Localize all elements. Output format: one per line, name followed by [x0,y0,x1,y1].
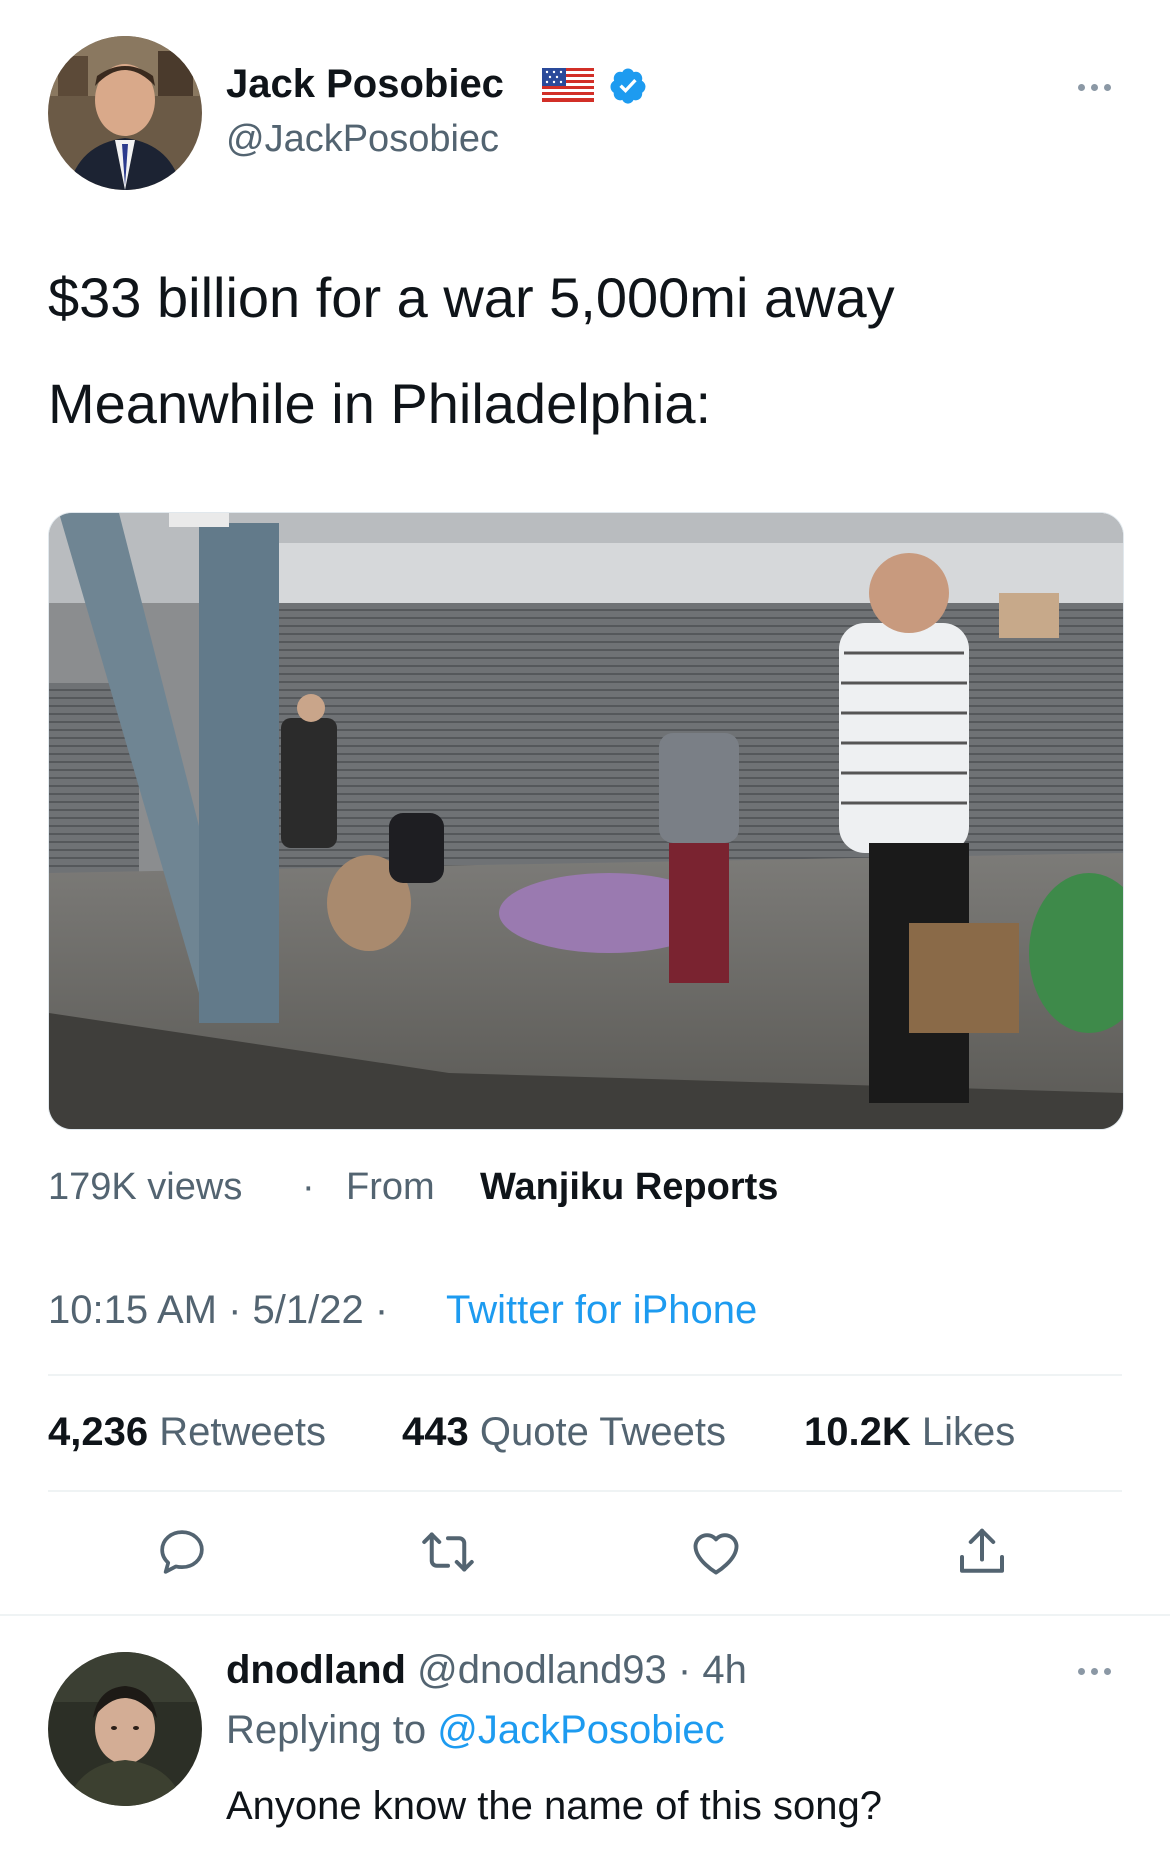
divider-bottom [0,1614,1170,1616]
likes-label: Likes [921,1410,1016,1454]
tweet-video[interactable] [48,512,1124,1130]
share-button[interactable] [952,1522,1012,1582]
meta-separator: · [302,1166,315,1208]
tweet-text-line2: Meanwhile in Philadelphia: [48,372,712,435]
reply-context: Replying to @JackPosobiec [226,1708,725,1753]
reply-text: Anyone know the name of this song? [226,1784,882,1828]
like-button[interactable] [686,1522,746,1582]
share-icon [960,1528,1004,1573]
author-name[interactable]: Jack Posobiec [226,62,504,107]
reply-header: dnodland @dnodland93 · 4h [226,1648,747,1693]
video-from-label: From [346,1166,435,1208]
retweets-stat[interactable]: 4,236 Retweets [48,1410,326,1455]
quote-tweets-label: Quote Tweets [479,1410,726,1454]
like-icon [693,1533,739,1575]
video-source-link[interactable]: Wanjiku Reports [480,1166,778,1209]
reply-author-name[interactable]: dnodland [226,1648,406,1692]
divider-middle [48,1490,1122,1492]
reply-more-options-icon[interactable] [1078,1668,1111,1675]
tweet-text-line1: $33 billion for a war 5,000mi away [48,266,895,329]
reply-icon [160,1530,204,1574]
tweet-timestamp[interactable]: 10:15 AM · 5/1/22 · [48,1288,388,1333]
quote-tweets-stat[interactable]: 443 Quote Tweets [402,1410,726,1455]
video-view-count: 179K views [48,1166,243,1208]
likes-stat[interactable]: 10.2K Likes [804,1410,1015,1455]
retweet-icon [422,1532,474,1572]
author-handle[interactable]: @JackPosobiec [226,118,499,161]
quote-tweets-count: 443 [402,1410,469,1454]
retweets-label: Retweets [159,1410,326,1454]
likes-count: 10.2K [804,1410,911,1454]
verified-badge-icon [608,66,648,106]
reply-author-handle-time[interactable]: @dnodland93 · 4h [417,1648,747,1692]
reply-button[interactable] [152,1522,212,1582]
tweet-client-link[interactable]: Twitter for iPhone [446,1288,757,1333]
retweet-button[interactable] [418,1522,478,1582]
author-avatar[interactable] [48,36,202,190]
retweets-count: 4,236 [48,1410,149,1454]
reply-author-avatar[interactable] [48,1652,202,1806]
more-options-icon[interactable] [1078,84,1111,91]
replying-to-label: Replying to [226,1708,427,1752]
replying-to-mention[interactable]: @JackPosobiec [437,1708,724,1752]
divider-top [48,1374,1122,1376]
us-flag-icon [542,68,594,102]
